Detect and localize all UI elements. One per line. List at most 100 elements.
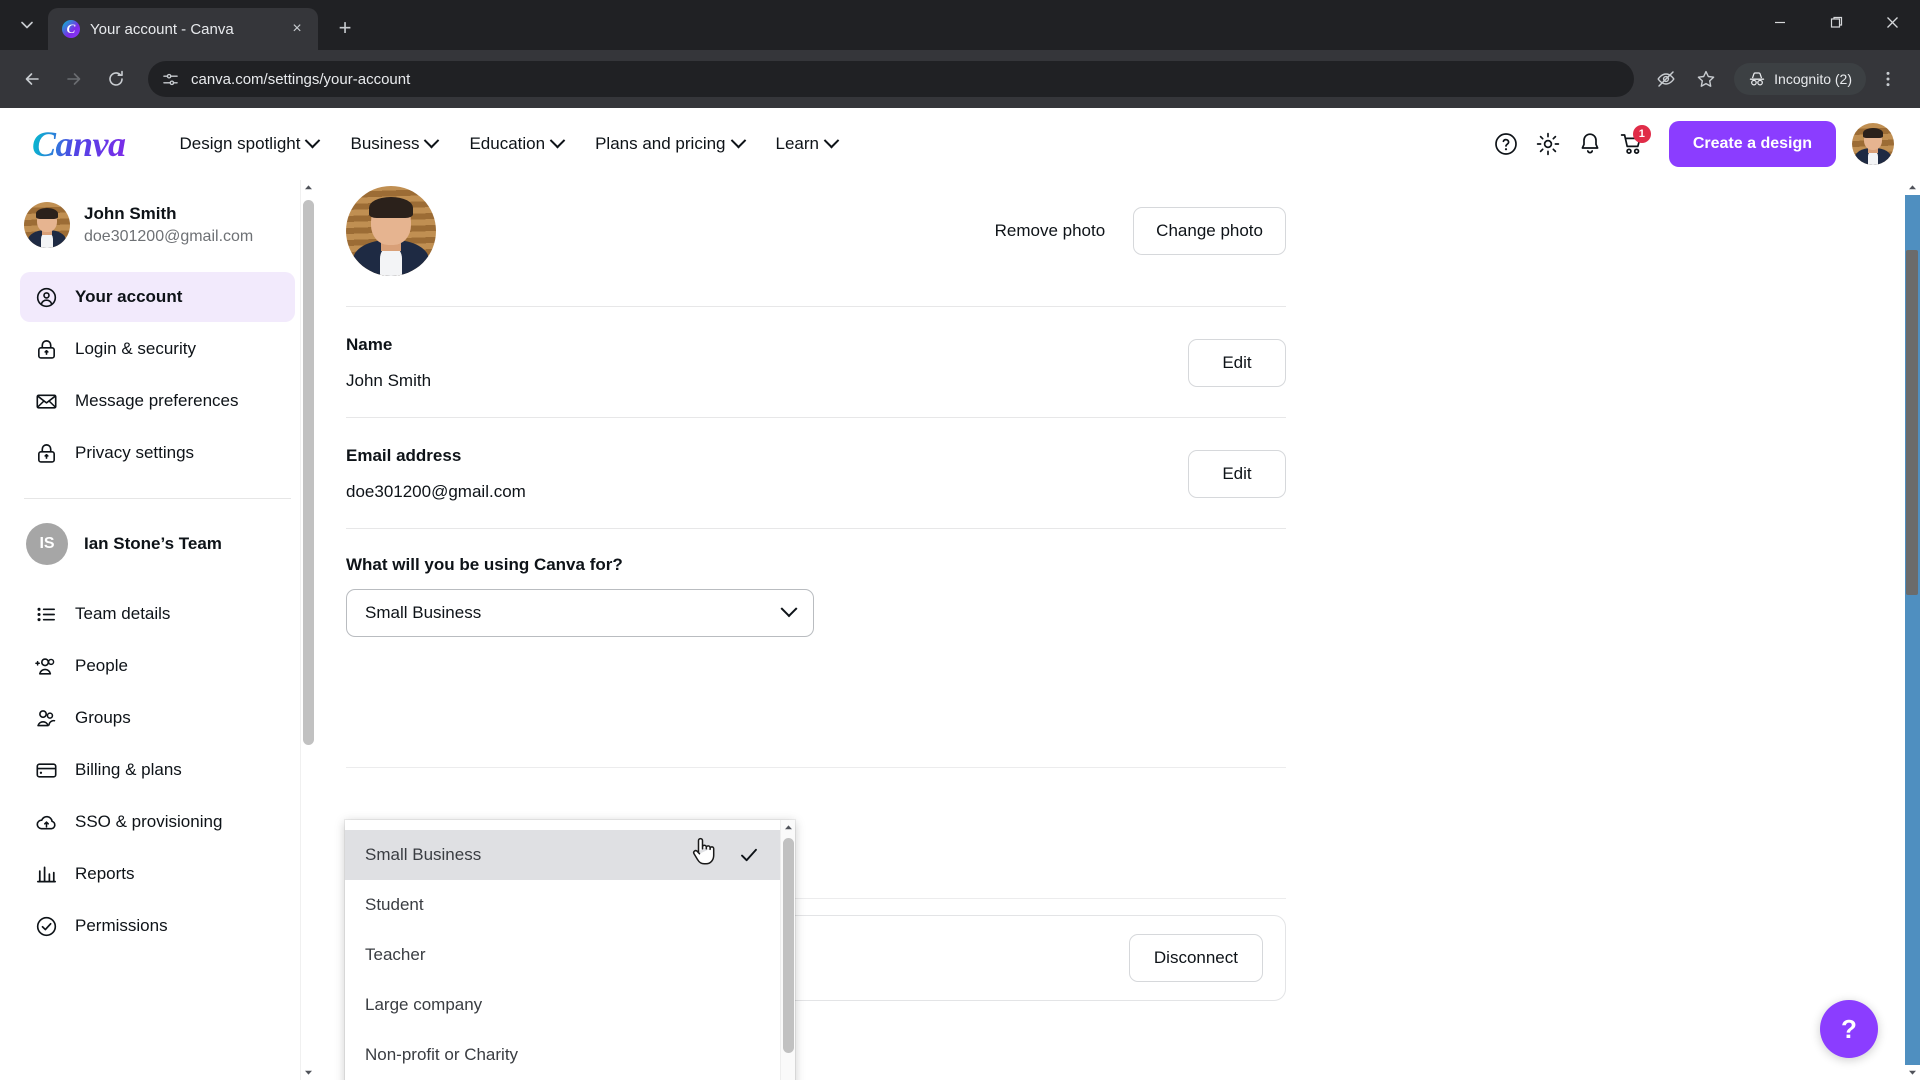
email-value: doe301200@gmail.com bbox=[346, 482, 526, 501]
sidebar-item-team-details[interactable]: Team details bbox=[20, 589, 295, 639]
browser-tabstrip: C Your account - Canva × + bbox=[0, 0, 1920, 50]
edit-name-button[interactable]: Edit bbox=[1188, 339, 1286, 387]
avatar-image bbox=[1852, 122, 1894, 165]
help-button[interactable]: ? bbox=[1820, 1000, 1878, 1058]
canva-app: Canva Design spotlight Business Educatio… bbox=[0, 108, 1920, 1080]
scroll-down-icon[interactable] bbox=[301, 1065, 316, 1080]
avatar bbox=[24, 202, 70, 248]
sidebar-scroll-thumb[interactable] bbox=[303, 200, 314, 745]
sidebar-item-sso-and-provisioning[interactable]: SSO & provisioning bbox=[20, 797, 295, 847]
dropdown-option-label: Large company bbox=[365, 995, 483, 1014]
cart-icon[interactable]: 1 bbox=[1611, 123, 1653, 165]
sidebar-item-label: Team details bbox=[75, 604, 171, 623]
window-controls bbox=[1752, 0, 1920, 44]
page-scrollbar[interactable] bbox=[1905, 180, 1920, 1080]
sidebar-item-label: SSO & provisioning bbox=[75, 812, 223, 831]
dropdown-option-label: Student bbox=[365, 895, 424, 914]
scroll-up-icon[interactable] bbox=[301, 180, 316, 195]
cloud-upload-icon bbox=[34, 810, 58, 834]
nav-learn[interactable]: Learn bbox=[760, 124, 853, 164]
header-avatar[interactable] bbox=[1852, 122, 1894, 165]
dropdown-option-teacher[interactable]: Teacher bbox=[345, 930, 780, 980]
email-field-text: Email address doe301200@gmail.com bbox=[346, 446, 1188, 502]
gear-icon[interactable] bbox=[1527, 123, 1569, 165]
sidebar-item-label: Message preferences bbox=[75, 391, 239, 410]
question-circle-icon[interactable] bbox=[1485, 123, 1527, 165]
hidden-section-a bbox=[346, 637, 1286, 767]
sidebar-team-block[interactable]: IS Ian Stone’s Team bbox=[0, 515, 315, 587]
nav-education[interactable]: Education bbox=[453, 124, 579, 164]
dropdown-option-non-profit-or-charity[interactable]: Non-profit or Charity bbox=[345, 1030, 780, 1080]
chevron-down-icon bbox=[730, 132, 746, 149]
sidebar-user-email: doe301200@gmail.com bbox=[84, 227, 254, 245]
bell-icon[interactable] bbox=[1569, 123, 1611, 165]
page-scroll-thumb[interactable] bbox=[1906, 250, 1918, 595]
sidebar-scrollbar[interactable] bbox=[300, 180, 315, 1080]
usage-select-input[interactable]: Small Business bbox=[346, 589, 814, 637]
forward-arrow-icon[interactable] bbox=[56, 61, 92, 97]
close-icon[interactable]: × bbox=[286, 18, 308, 40]
minimize-icon[interactable] bbox=[1752, 0, 1808, 44]
create-a-design-button[interactable]: Create a design bbox=[1668, 120, 1836, 167]
cart-badge: 1 bbox=[1632, 124, 1651, 143]
chevron-down-icon bbox=[549, 132, 566, 149]
sidebar-item-permissions[interactable]: Permissions bbox=[20, 901, 295, 951]
nav-design-spotlight[interactable]: Design spotlight bbox=[164, 124, 335, 164]
email-label: Email address bbox=[346, 446, 462, 465]
window-close-icon[interactable] bbox=[1864, 0, 1920, 44]
new-tab-button[interactable]: + bbox=[328, 11, 362, 45]
maximize-icon[interactable] bbox=[1808, 0, 1864, 44]
email-field-row: Email address doe301200@gmail.com Edit bbox=[346, 418, 1286, 528]
canva-header: Canva Design spotlight Business Educatio… bbox=[0, 108, 1920, 180]
star-icon[interactable] bbox=[1688, 61, 1724, 97]
photo-actions: Remove photo Change photo bbox=[991, 207, 1286, 255]
sidebar-item-label: People bbox=[75, 656, 128, 675]
profile-avatar[interactable] bbox=[346, 186, 436, 276]
sidebar-item-login-and-security[interactable]: Login & security bbox=[20, 324, 295, 374]
dropdown-option-student[interactable]: Student bbox=[345, 880, 780, 930]
scroll-up-icon[interactable] bbox=[781, 820, 795, 835]
three-dot-menu-icon[interactable] bbox=[1870, 61, 1906, 97]
nav-business[interactable]: Business bbox=[334, 124, 453, 164]
lock-icon bbox=[34, 441, 58, 465]
tab-title: Your account - Canva bbox=[90, 20, 234, 38]
sidebar-item-reports[interactable]: Reports bbox=[20, 849, 295, 899]
sidebar-item-your-account[interactable]: Your account bbox=[20, 272, 295, 322]
edit-email-button[interactable]: Edit bbox=[1188, 450, 1286, 498]
groups-icon bbox=[34, 706, 58, 730]
canva-logo[interactable]: Canva bbox=[32, 123, 126, 165]
eye-off-icon[interactable] bbox=[1648, 61, 1684, 97]
dropdown-scrollbar[interactable] bbox=[780, 820, 795, 1080]
name-label: Name bbox=[346, 335, 393, 354]
check-circle-icon bbox=[34, 914, 58, 938]
address-bar[interactable]: canva.com/settings/your-account bbox=[148, 61, 1635, 97]
scroll-up-icon[interactable] bbox=[1905, 180, 1920, 195]
back-arrow-icon[interactable] bbox=[14, 61, 50, 97]
sidebar-item-billing-and-plans[interactable]: Billing & plans bbox=[20, 745, 295, 795]
chevron-down-icon bbox=[823, 132, 840, 149]
sidebar-item-message-preferences[interactable]: Message preferences bbox=[20, 376, 295, 426]
sidebar-item-people[interactable]: People bbox=[20, 641, 295, 691]
disconnect-google-button[interactable]: Disconnect bbox=[1128, 934, 1263, 982]
dropdown-scroll-thumb[interactable] bbox=[783, 838, 794, 1053]
dropdown-option-label: Teacher bbox=[365, 945, 426, 964]
reload-icon[interactable] bbox=[98, 61, 134, 97]
dropdown-option-large-company[interactable]: Large company bbox=[345, 980, 780, 1030]
change-photo-button[interactable]: Change photo bbox=[1133, 207, 1286, 255]
sidebar-inner: John Smith doe301200@gmail.com Your acco… bbox=[0, 180, 315, 1080]
nav-plans-and-pricing[interactable]: Plans and pricing bbox=[579, 124, 759, 164]
dropdown-option-small-business[interactable]: Small Business bbox=[345, 830, 780, 880]
usage-select-section: What will you be using Canva for? Small … bbox=[346, 529, 1286, 637]
page-scroll-track[interactable] bbox=[1905, 195, 1920, 1065]
app-body: John Smith doe301200@gmail.com Your acco… bbox=[0, 180, 1920, 1080]
page-settings-icon[interactable] bbox=[162, 71, 179, 88]
sidebar-item-privacy-settings[interactable]: Privacy settings bbox=[20, 428, 295, 478]
remove-photo-button[interactable]: Remove photo bbox=[991, 213, 1110, 249]
incognito-indicator[interactable]: Incognito (2) bbox=[1734, 63, 1866, 95]
scroll-down-icon[interactable] bbox=[1905, 1065, 1920, 1080]
browser-tab[interactable]: C Your account - Canva × bbox=[48, 8, 318, 50]
name-field-row: Name John Smith Edit bbox=[346, 307, 1286, 417]
team-name: Ian Stone’s Team bbox=[84, 534, 222, 553]
tab-search-icon[interactable] bbox=[10, 8, 44, 42]
sidebar-item-groups[interactable]: Groups bbox=[20, 693, 295, 743]
